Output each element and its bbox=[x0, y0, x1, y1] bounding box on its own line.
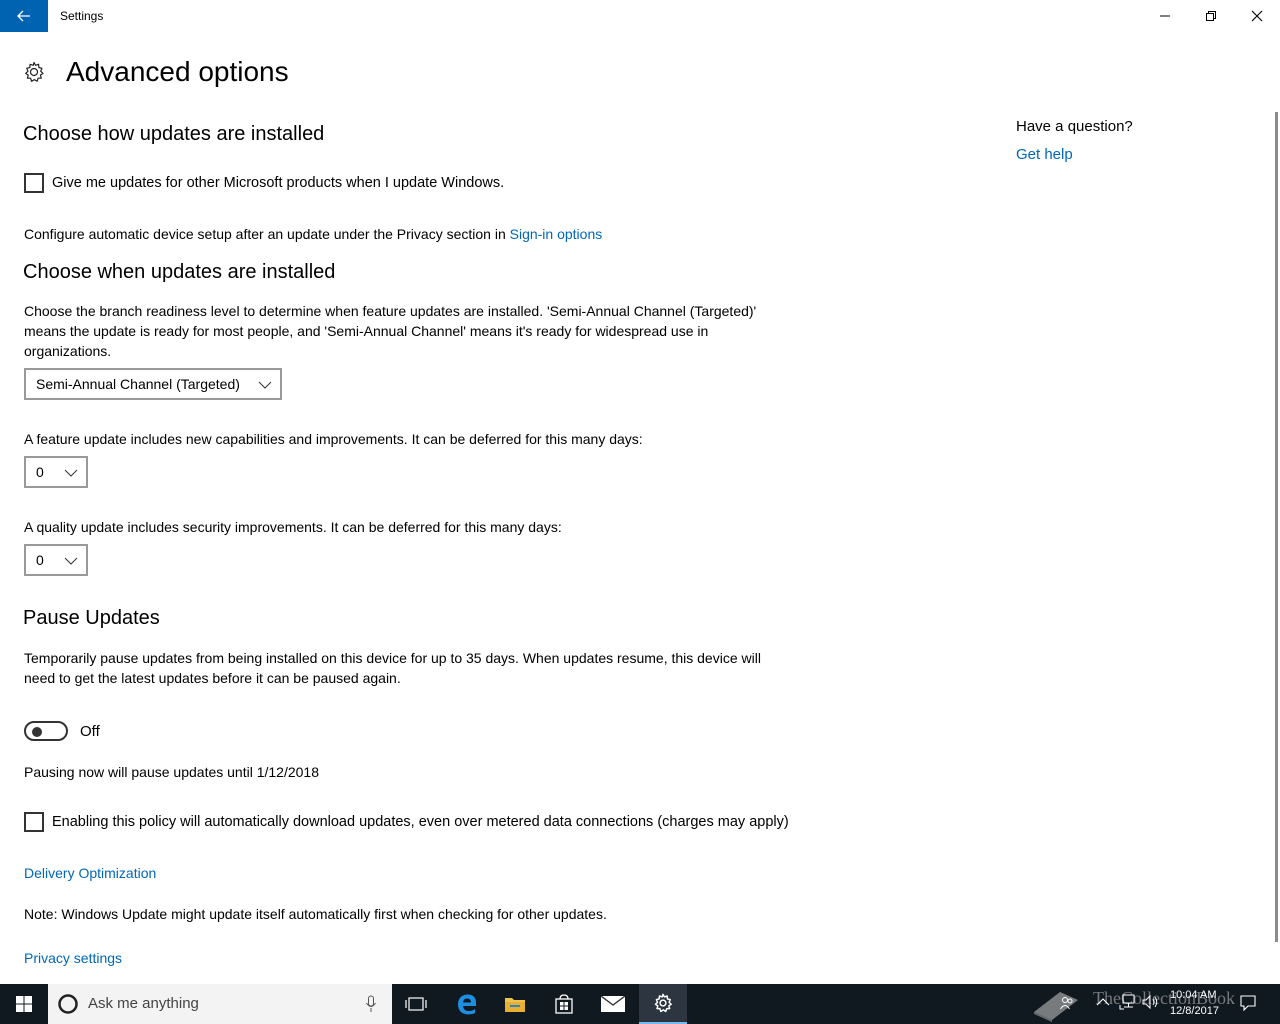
update-note: Note: Windows Update might update itself… bbox=[24, 906, 607, 922]
section-heading-when: Choose when updates are installed bbox=[23, 261, 336, 283]
settings-taskbar-button[interactable] bbox=[639, 984, 687, 1024]
scrollbar[interactable] bbox=[1275, 112, 1278, 942]
gear-icon bbox=[654, 993, 672, 1013]
clock-date[interactable]: 12/8/2017 bbox=[1170, 1005, 1219, 1017]
quality-defer-value: 0 bbox=[36, 552, 44, 568]
microphone-icon[interactable] bbox=[365, 995, 377, 1013]
get-help-link[interactable]: Get help bbox=[1016, 145, 1073, 165]
feature-defer-value: 0 bbox=[36, 464, 44, 480]
store-button[interactable] bbox=[540, 984, 588, 1024]
pause-desc-line2: need to get the latest updates before it… bbox=[24, 670, 401, 686]
folder-icon bbox=[505, 998, 525, 1012]
configure-desc: Configure automatic device setup after a… bbox=[24, 226, 506, 242]
book-logo-icon bbox=[1034, 992, 1078, 1022]
sign-in-options-link[interactable]: Sign-in options bbox=[510, 226, 603, 242]
restore-button[interactable] bbox=[1188, 0, 1234, 32]
back-button[interactable] bbox=[0, 0, 48, 32]
branch-readiness-value: Semi-Annual Channel (Targeted) bbox=[36, 376, 240, 392]
delivery-optimization-link[interactable]: Delivery Optimization bbox=[24, 863, 156, 883]
page-title: Advanced options bbox=[66, 56, 289, 87]
task-view-button[interactable] bbox=[392, 984, 440, 1024]
configure-text: Configure automatic device setup after a… bbox=[24, 224, 602, 244]
close-button[interactable] bbox=[1234, 0, 1280, 32]
section-heading-pause: Pause Updates bbox=[23, 607, 160, 629]
clock-time[interactable]: 10:04 AM bbox=[1170, 989, 1216, 1001]
windows-logo-icon bbox=[16, 996, 32, 1012]
chevron-down-icon bbox=[258, 381, 272, 389]
metered-download-label: Enabling this policy will automatically … bbox=[52, 814, 789, 830]
file-explorer-button[interactable] bbox=[491, 984, 539, 1024]
quality-defer-desc: A quality update includes security impro… bbox=[24, 519, 562, 535]
window-title: Settings bbox=[60, 9, 104, 23]
network-icon[interactable] bbox=[1119, 994, 1137, 1010]
chevron-down-icon bbox=[64, 557, 78, 565]
other-products-checkbox[interactable] bbox=[24, 173, 44, 193]
pause-updates-toggle[interactable] bbox=[24, 721, 68, 741]
branch-readiness-select[interactable]: Semi-Annual Channel (Targeted) bbox=[24, 368, 282, 400]
feature-defer-desc: A feature update includes new capabiliti… bbox=[24, 431, 643, 447]
cortana-icon bbox=[58, 994, 78, 1014]
title-bar bbox=[0, 0, 1280, 32]
branch-desc-line1: Choose the branch readiness level to det… bbox=[24, 303, 757, 319]
store-icon bbox=[555, 994, 573, 1014]
edge-button[interactable] bbox=[443, 984, 491, 1024]
quality-defer-select[interactable]: 0 bbox=[24, 544, 88, 576]
restore-icon bbox=[1206, 11, 1216, 21]
gear-icon bbox=[25, 61, 44, 82]
volume-icon[interactable] bbox=[1142, 994, 1160, 1010]
mail-button[interactable] bbox=[589, 984, 637, 1024]
action-center-icon[interactable] bbox=[1240, 995, 1256, 1011]
search-placeholder: Ask me anything bbox=[88, 995, 199, 1012]
section-heading-how: Choose how updates are installed bbox=[23, 123, 325, 145]
chevron-up-icon[interactable] bbox=[1096, 997, 1110, 1007]
people-icon[interactable] bbox=[1060, 996, 1074, 1010]
pause-until-text: Pausing now will pause updates until 1/1… bbox=[24, 764, 319, 780]
metered-download-checkbox[interactable] bbox=[24, 812, 44, 832]
privacy-settings-link[interactable]: Privacy settings bbox=[24, 948, 122, 968]
feature-defer-select[interactable]: 0 bbox=[24, 456, 88, 488]
back-arrow-icon bbox=[17, 10, 30, 22]
branch-desc-line2: means the update is ready for most peopl… bbox=[24, 323, 709, 339]
help-question: Have a question? bbox=[1016, 118, 1133, 135]
chevron-down-icon bbox=[64, 469, 78, 477]
start-button[interactable] bbox=[0, 984, 48, 1024]
pause-desc-line1: Temporarily pause updates from being ins… bbox=[24, 650, 761, 666]
branch-desc-line3: organizations. bbox=[24, 343, 112, 359]
minimize-button[interactable] bbox=[1142, 0, 1188, 32]
task-view-icon bbox=[405, 997, 427, 1011]
mail-icon bbox=[601, 996, 625, 1012]
minimize-icon bbox=[1160, 15, 1170, 17]
toggle-knob bbox=[32, 727, 42, 737]
other-products-label: Give me updates for other Microsoft prod… bbox=[52, 175, 505, 191]
close-icon bbox=[1251, 10, 1263, 22]
edge-icon bbox=[458, 994, 476, 1015]
toggle-state-label: Off bbox=[80, 723, 100, 740]
